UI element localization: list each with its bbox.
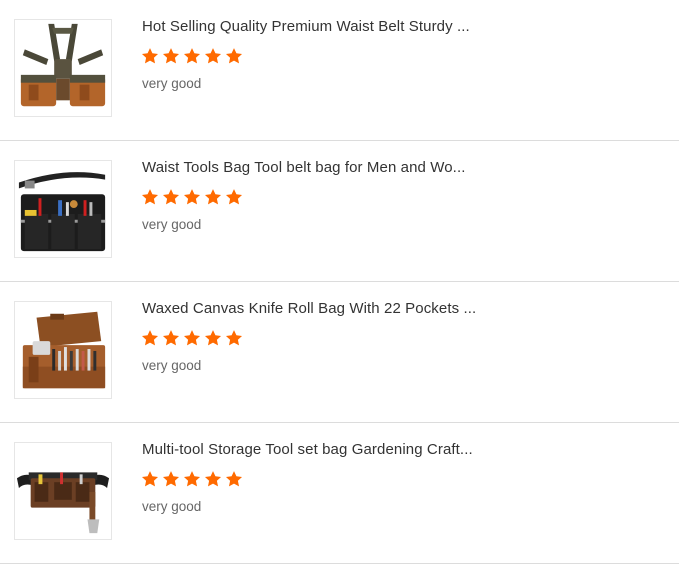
review-comment: very good [142,217,202,232]
star-icon [141,48,159,64]
review-comment: very good [142,358,202,373]
star-icon [141,471,159,487]
product-title[interactable]: Waist Tools Bag Tool belt bag for Men an… [142,159,466,176]
star-icon [162,48,180,64]
star-icon [183,471,201,487]
review-item: Waist Tools Bag Tool belt bag for Men an… [0,141,679,282]
star-icon [141,330,159,346]
star-icon [204,48,222,64]
star-icon [162,471,180,487]
star-icon [225,189,243,205]
tool-belt-bag-image[interactable] [14,442,112,540]
star-icon [225,330,243,346]
star-icon [183,48,201,64]
review-item: Waxed Canvas Knife Roll Bag With 22 Pock… [0,282,679,423]
star-rating [141,188,243,208]
tool-belt-bag-graphic [15,443,111,539]
product-title[interactable]: Hot Selling Quality Premium Waist Belt S… [142,18,470,35]
star-rating [141,329,243,349]
review-item: Hot Selling Quality Premium Waist Belt S… [0,0,679,141]
star-rating [141,470,243,490]
waist-tool-pouch-image[interactable] [14,160,112,258]
star-icon [162,330,180,346]
tool-vest-bag-image[interactable] [14,19,112,117]
star-icon [183,189,201,205]
star-icon [204,189,222,205]
review-comment: very good [142,76,202,91]
star-icon [204,330,222,346]
review-list: Hot Selling Quality Premium Waist Belt S… [0,0,679,571]
star-rating [141,47,243,67]
star-icon [183,330,201,346]
star-icon [225,48,243,64]
star-icon [141,189,159,205]
tool-vest-bag-graphic [15,20,111,116]
product-title[interactable]: Waxed Canvas Knife Roll Bag With 22 Pock… [142,300,476,317]
knife-roll-bag-graphic [15,302,111,398]
review-comment: very good [142,499,202,514]
knife-roll-bag-image[interactable] [14,301,112,399]
star-icon [204,471,222,487]
review-item: Multi-tool Storage Tool set bag Gardenin… [0,423,679,564]
product-title[interactable]: Multi-tool Storage Tool set bag Gardenin… [142,441,473,458]
star-icon [225,471,243,487]
star-icon [162,189,180,205]
waist-tool-pouch-graphic [15,161,111,257]
